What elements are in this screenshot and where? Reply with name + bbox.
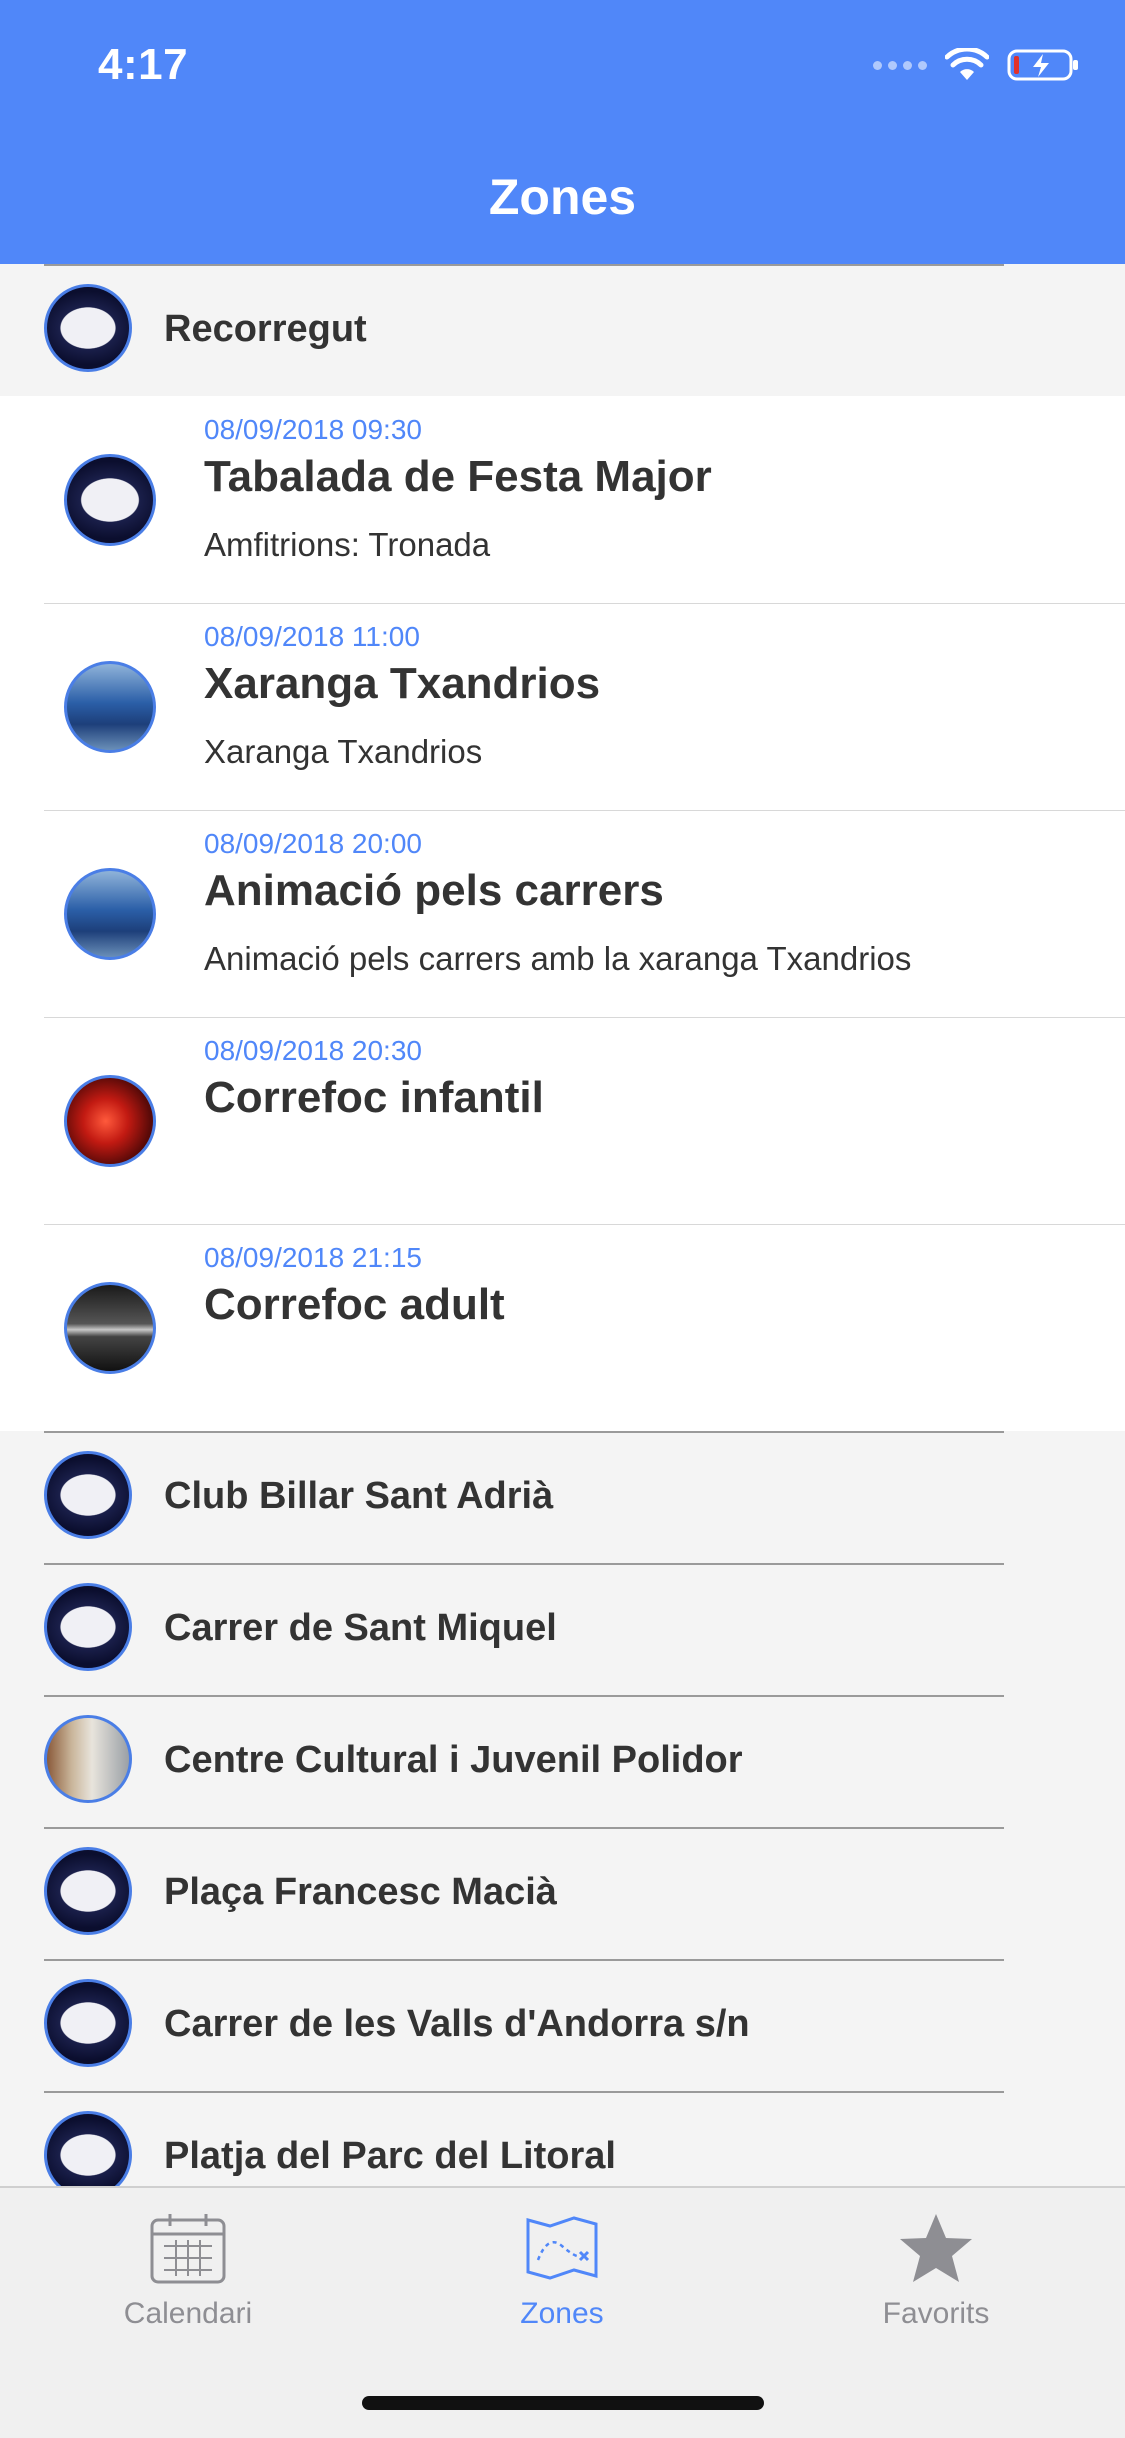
event-description: Xaranga Txandrios [204,733,483,770]
zone-label: Centre Cultural i Juvenil Polidor [164,1739,743,1781]
zone-row[interactable]: Carrer de les Valls d'Andorra s/n [0,1959,1125,2091]
battery-charging-icon [1007,49,1078,81]
status-time: 4:17 [98,40,189,89]
event-title: Correfoc infantil [204,1073,544,1122]
divider [44,1017,1125,1018]
zone-label: Platja del Parc del Litoral [164,2135,616,2177]
divider [44,1695,1004,1697]
event-photo-avatar [64,661,156,753]
event-date: 08/09/2018 20:30 [204,1035,422,1066]
event-title: Xaranga Txandrios [204,659,601,708]
event-description: Animació pels carrers amb la xaranga Txa… [204,940,912,977]
event-row[interactable]: 08/09/2018 20:00 Animació pels carrers A… [0,810,1125,1017]
event-title: Animació pels carrers [204,866,664,915]
event-photo-avatar [64,1282,156,1374]
divider [44,603,1125,604]
divider [44,2091,1004,2093]
event-row[interactable]: 08/09/2018 09:30 Tabalada de Festa Major… [0,396,1125,603]
divider [44,1224,1125,1225]
event-photo-avatar [64,868,156,960]
zone-row[interactable]: Club Billar Sant Adrià [0,1431,1125,1563]
zone-logo-avatar [44,1451,132,1539]
zone-row[interactable]: Carrer de Sant Miquel [0,1563,1125,1695]
tab-favorits[interactable]: Favorits [816,2212,1056,2331]
tab-zones[interactable]: Zones [442,2212,682,2331]
zone-label: Carrer de les Valls d'Andorra s/n [164,2003,750,2045]
zone-logo-avatar [44,284,132,372]
zone-row[interactable]: Plaça Francesc Macià [0,1827,1125,1959]
event-date: 08/09/2018 21:15 [204,1242,422,1273]
event-date: 08/09/2018 20:00 [204,828,422,859]
divider [44,810,1125,811]
wifi-icon [945,48,989,80]
zone-label: Plaça Francesc Macià [164,1871,557,1913]
divider [44,264,1004,266]
nav-header: 4:17 Zones [0,0,1125,264]
calendar-icon [150,2214,226,2284]
tab-calendari[interactable]: Calendari [68,2212,308,2331]
divider [44,1827,1004,1829]
zone-logo-avatar [44,1979,132,2067]
zone-photo-avatar [44,1715,132,1803]
home-indicator[interactable] [362,2396,764,2410]
tab-label: Favorits [882,2297,990,2330]
zone-label: Carrer de Sant Miquel [164,1607,557,1649]
star-icon [900,2214,972,2282]
status-indicators [873,48,1081,82]
tab-label: Calendari [123,2297,253,2330]
cellular-signal-icon [873,60,927,70]
tab-label: Zones [520,2297,604,2330]
zone-label: Recorregut [164,308,367,350]
event-title: Tabalada de Festa Major [204,452,712,501]
zone-row-recorregut[interactable]: Recorregut [0,264,1125,396]
divider [44,1563,1004,1565]
zone-label: Club Billar Sant Adrià [164,1475,554,1517]
page-title: Zones [488,169,637,225]
event-title: Correfoc adult [204,1280,505,1329]
zone-logo-avatar [44,1847,132,1935]
event-photo-avatar [64,1075,156,1167]
event-row[interactable]: 08/09/2018 21:15 Correfoc adult [0,1224,1125,1431]
event-date: 08/09/2018 09:30 [204,414,422,445]
map-icon [526,2216,598,2280]
event-logo-avatar [64,454,156,546]
zone-row[interactable]: Centre Cultural i Juvenil Polidor [0,1695,1125,1827]
event-row[interactable]: 08/09/2018 11:00 Xaranga Txandrios Xaran… [0,603,1125,810]
divider [44,1959,1004,1961]
zone-logo-avatar [44,1583,132,1671]
event-date: 08/09/2018 11:00 [204,621,420,652]
event-description: Amfitrions: Tronada [204,526,491,563]
event-row[interactable]: 08/09/2018 20:30 Correfoc infantil [0,1017,1125,1224]
divider [44,1431,1004,1433]
